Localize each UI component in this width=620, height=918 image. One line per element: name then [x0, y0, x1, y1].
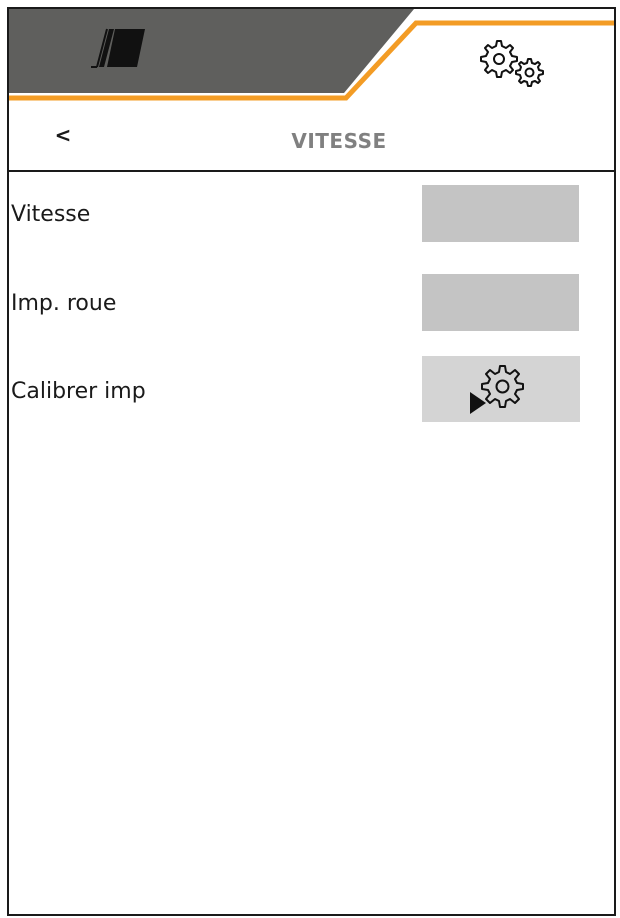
tab-machine[interactable]: [9, 9, 339, 99]
row-label: Calibrer imp: [11, 379, 146, 404]
gears-icon: [480, 40, 544, 87]
back-button[interactable]: <: [45, 117, 81, 153]
tab-settings[interactable]: [349, 9, 614, 99]
calibrer-imp-button[interactable]: [422, 356, 580, 422]
screen-frame: < VITESSE Vitesse Imp. roue Calibrer imp: [7, 7, 616, 916]
tab-bar: [9, 9, 614, 105]
imp-roue-value-field[interactable]: [422, 274, 579, 331]
page-header: < VITESSE: [9, 105, 614, 172]
gear-play-icon: [470, 365, 524, 414]
row-label: Imp. roue: [11, 291, 117, 316]
vitesse-value-field[interactable]: [422, 185, 579, 242]
page-title: VITESSE: [291, 129, 387, 153]
machine-icon: [91, 28, 145, 68]
row-label: Vitesse: [11, 202, 91, 227]
